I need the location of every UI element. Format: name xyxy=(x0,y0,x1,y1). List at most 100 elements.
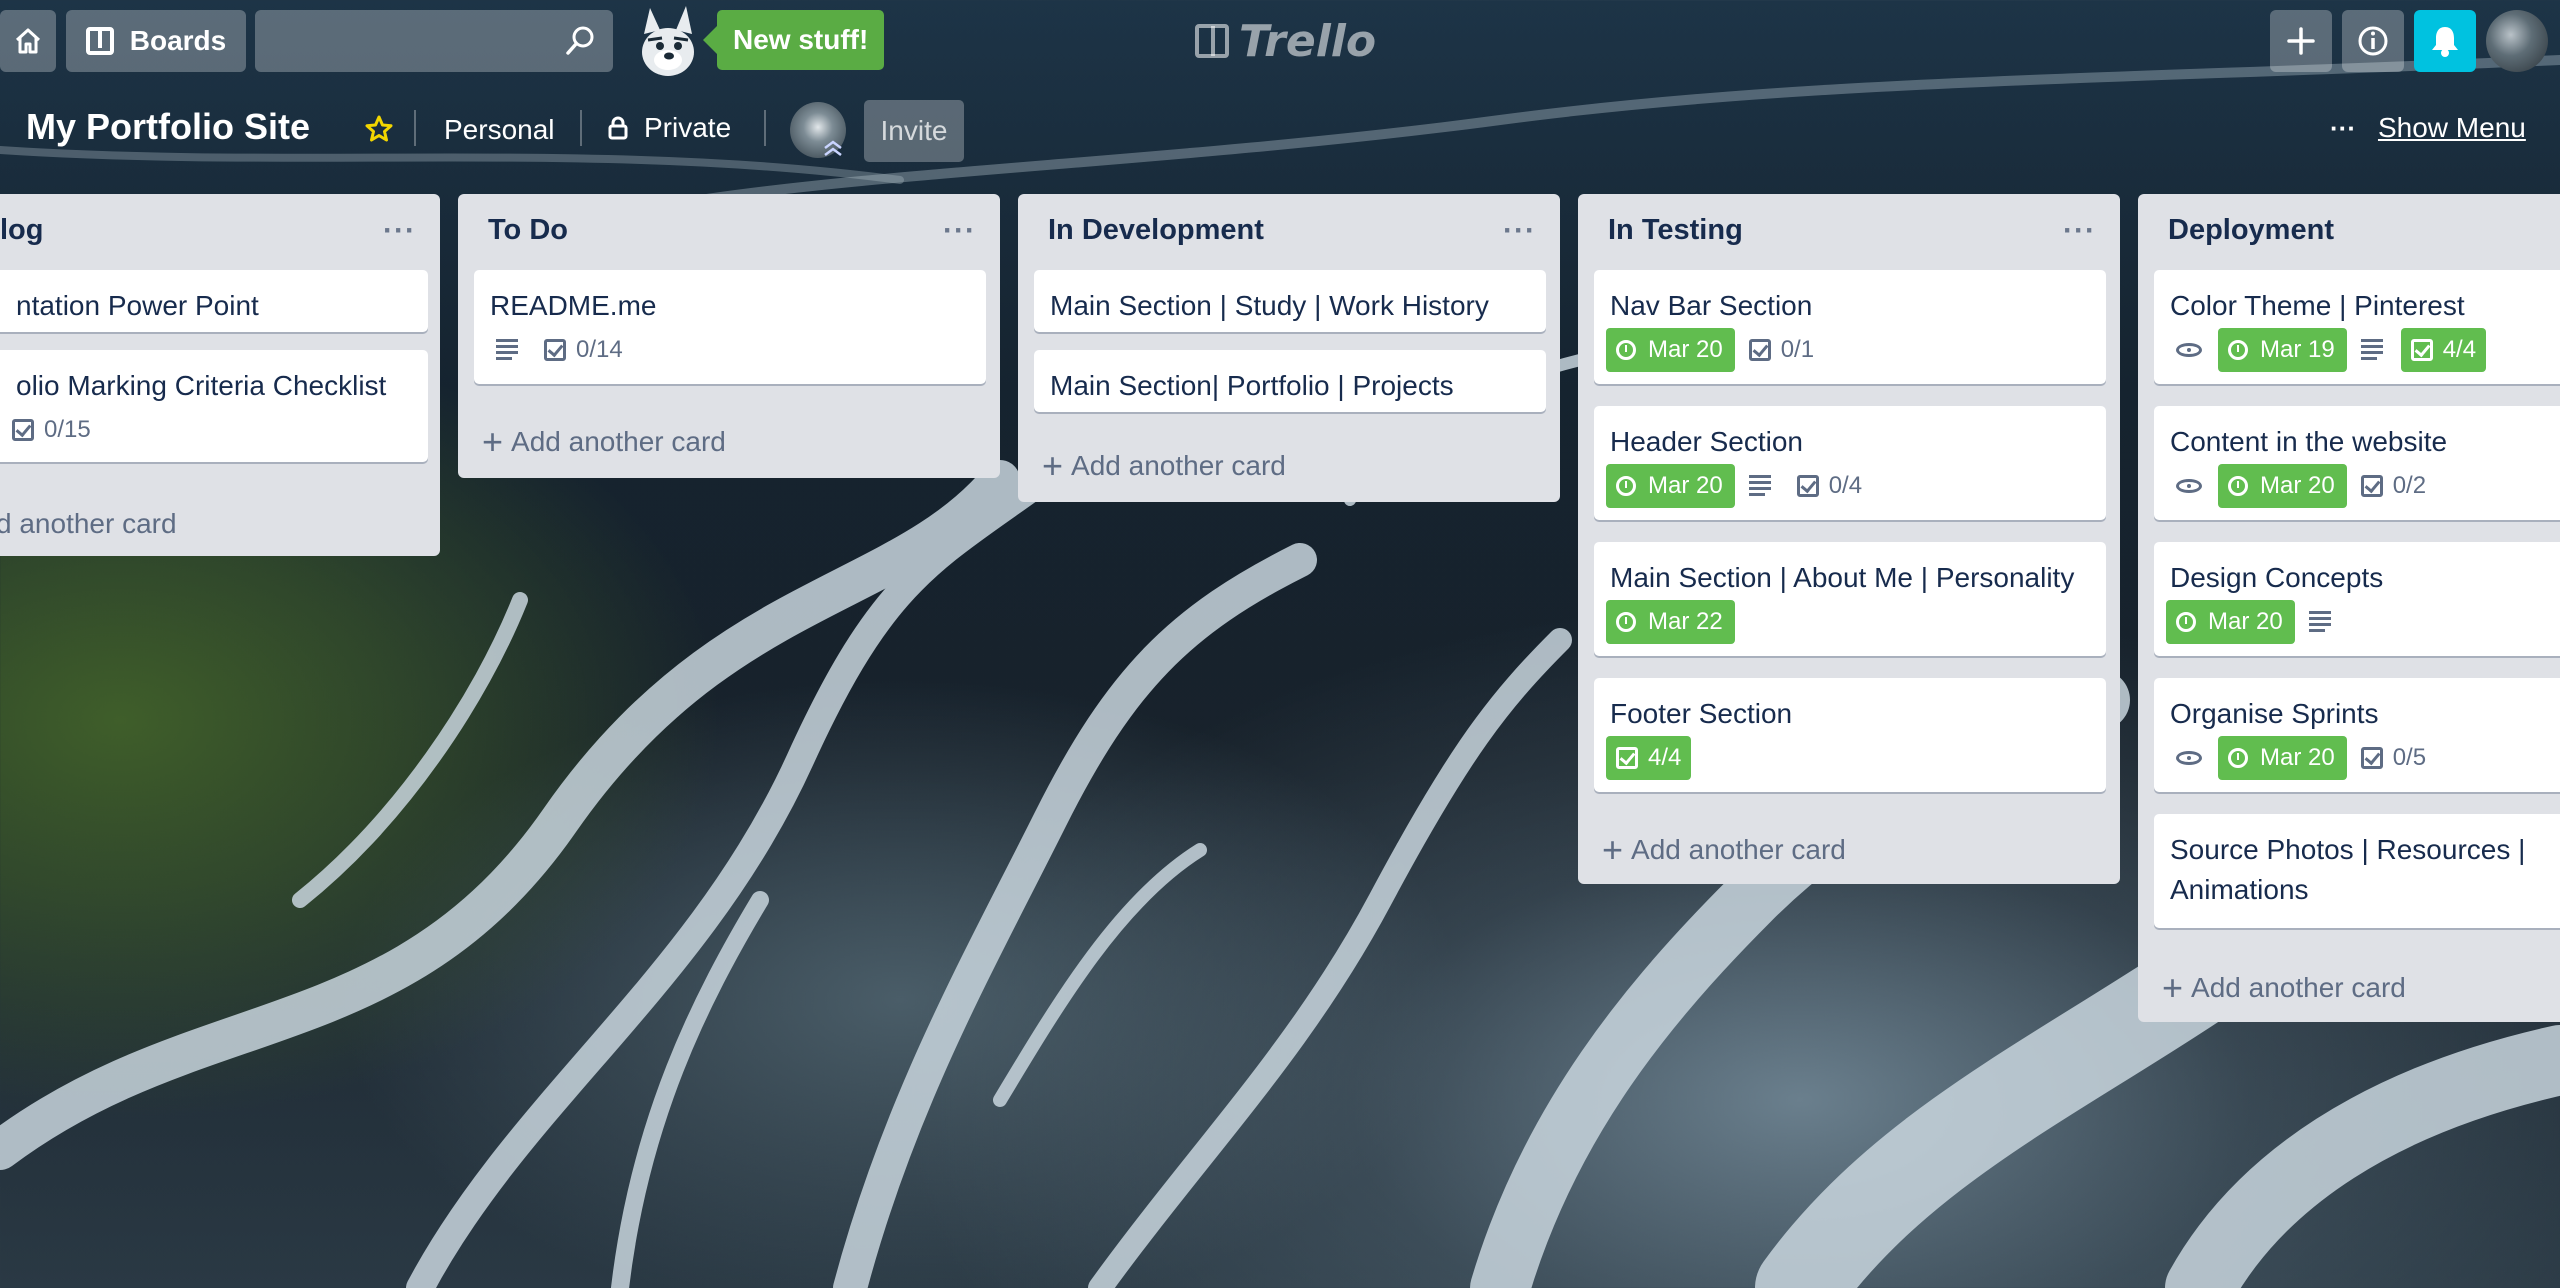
separator xyxy=(414,110,416,146)
watch-icon xyxy=(2176,479,2202,493)
trello-logo-text: Trello xyxy=(1239,15,1377,67)
clock-icon xyxy=(1616,476,1636,496)
card[interactable]: Nav Bar Section Mar 20 0/1 xyxy=(1594,270,2106,384)
checklist-icon xyxy=(1748,339,1771,361)
description-icon xyxy=(2360,339,2387,361)
card[interactable]: Content in the website Mar 20 0/2 xyxy=(2154,406,2560,520)
checklist-icon xyxy=(2360,475,2383,497)
checklist-icon xyxy=(2410,339,2433,361)
checklist-icon xyxy=(544,339,566,361)
add-card-button[interactable]: + Add another card xyxy=(1602,829,1846,870)
list-backlog: log ··· ntation Power Point olio Marking… xyxy=(0,194,440,556)
card[interactable]: Source Photos | Resources | Animations xyxy=(2154,814,2560,928)
add-card-button[interactable]: + Add another card xyxy=(1042,445,1286,486)
search-icon[interactable] xyxy=(565,25,597,57)
boards-icon xyxy=(85,27,114,55)
invite-button[interactable]: Invite xyxy=(864,100,964,162)
invite-label: Invite xyxy=(880,115,948,146)
visibility-button[interactable]: Private xyxy=(606,110,731,146)
card-title: Color Theme | Pinterest xyxy=(2170,290,2465,321)
watch-icon xyxy=(2176,751,2202,765)
admin-chevron-icon xyxy=(824,140,842,156)
clock-icon xyxy=(2176,612,2196,632)
card-title: Design Concepts xyxy=(2170,562,2384,593)
clock-icon xyxy=(2228,340,2248,360)
visibility-label: Private xyxy=(644,112,732,143)
list-menu-button[interactable]: ··· xyxy=(383,214,416,248)
card[interactable]: Organise Sprints Mar 20 0/5 xyxy=(2154,678,2560,792)
member-avatar[interactable] xyxy=(2486,10,2548,72)
information-button[interactable] xyxy=(2342,10,2404,72)
plus-icon: + xyxy=(482,421,504,462)
card[interactable]: Color Theme | Pinterest Mar 19 4/4 xyxy=(2154,270,2560,384)
clock-icon xyxy=(2228,748,2248,768)
list-title[interactable]: log xyxy=(0,214,44,247)
watch-icon xyxy=(2176,343,2202,357)
info-icon xyxy=(2358,26,2388,56)
taco-mascot-icon[interactable] xyxy=(628,4,708,80)
list-to-do: To Do ··· README.me 0/14 + Add another ca… xyxy=(458,194,1000,478)
card[interactable]: Design Concepts Mar 20 xyxy=(2154,542,2560,656)
clock-icon xyxy=(1616,612,1636,632)
list-deployment: Deployment Color Theme | Pinterest Mar 1… xyxy=(2138,194,2560,1022)
due-date-badge: Mar 20 xyxy=(1606,464,1735,508)
boards-button[interactable]: Boards xyxy=(66,10,246,72)
list-menu-button[interactable]: ··· xyxy=(1503,214,1536,248)
list-title[interactable]: In Testing xyxy=(1608,214,1743,247)
search-field[interactable] xyxy=(255,10,613,74)
card[interactable]: Main Section | About Me | Personality Ma… xyxy=(1594,542,2106,656)
home-icon xyxy=(15,28,41,54)
card-title: olio Marking Criteria Checklist xyxy=(16,370,387,401)
home-button[interactable] xyxy=(0,10,56,72)
clock-icon xyxy=(1616,340,1636,360)
new-stuff-button[interactable]: New stuff! xyxy=(702,10,885,70)
plus-icon: + xyxy=(1602,829,1624,870)
list-menu-button[interactable]: ··· xyxy=(2063,214,2096,248)
add-card-button[interactable]: + Add another card xyxy=(482,421,726,462)
list-menu-button[interactable]: ··· xyxy=(943,214,976,248)
notifications-button[interactable] xyxy=(2414,10,2476,72)
boards-label: Boards xyxy=(129,25,227,56)
list-title[interactable]: Deployment xyxy=(2168,214,2334,247)
card-title: Organise Sprints xyxy=(2170,698,2379,729)
card[interactable]: ntation Power Point xyxy=(0,270,428,332)
board-title[interactable]: My Portfolio Site xyxy=(26,106,310,148)
more-icon: ··· xyxy=(2330,112,2356,143)
add-card-button[interactable]: + Add another card xyxy=(2162,967,2406,1008)
add-card-button[interactable]: d another card xyxy=(0,508,177,540)
list-in-testing: In Testing ··· Nav Bar Section Mar 20 0/… xyxy=(1578,194,2120,884)
checklist-complete-badge: 4/4 xyxy=(1606,736,1692,780)
card[interactable]: Footer Section 4/4 xyxy=(1594,678,2106,792)
bell-icon xyxy=(2432,27,2458,57)
board-header: My Portfolio Site Personal Private Invit… xyxy=(0,86,2560,166)
description-icon xyxy=(496,339,522,361)
card-title: Nav Bar Section xyxy=(1610,290,1813,321)
card-title: Main Section | Study | Work History xyxy=(1050,290,1489,321)
list-title[interactable]: To Do xyxy=(488,214,568,247)
separator xyxy=(764,110,766,146)
plus-icon: + xyxy=(2162,967,2184,1008)
show-menu-button[interactable]: ··· Show Menu xyxy=(2330,110,2526,146)
due-date-badge: Mar 22 xyxy=(1606,600,1735,644)
checklist-icon xyxy=(2360,747,2383,769)
card[interactable]: olio Marking Criteria Checklist 0/15 xyxy=(0,350,428,462)
checklist-complete-badge: 4/4 xyxy=(2400,328,2487,372)
description-icon xyxy=(2308,611,2335,633)
description-icon xyxy=(1748,475,1775,497)
due-date-badge: Mar 20 xyxy=(2166,600,2295,644)
card[interactable]: Main Section | Study | Work History xyxy=(1034,270,1546,332)
plus-icon: + xyxy=(1042,445,1064,486)
card[interactable]: Header Section Mar 20 0/4 xyxy=(1594,406,2106,520)
checklist-badge: 0/4 xyxy=(1789,464,1862,508)
board-team-button[interactable]: Personal xyxy=(444,114,555,146)
checklist-icon xyxy=(1796,475,1819,497)
search-input[interactable] xyxy=(255,10,561,74)
trello-logo[interactable]: Trello xyxy=(1195,14,1376,68)
top-header: Boards New stuff! Trello xyxy=(0,0,2560,82)
list-title[interactable]: In Development xyxy=(1048,214,1264,247)
card[interactable]: Main Section| Portfolio | Projects xyxy=(1034,350,1546,412)
card[interactable]: README.me 0/14 xyxy=(474,270,986,384)
star-icon[interactable] xyxy=(364,114,394,144)
create-button[interactable] xyxy=(2270,10,2332,72)
card-title: Main Section| Portfolio | Projects xyxy=(1050,370,1454,401)
